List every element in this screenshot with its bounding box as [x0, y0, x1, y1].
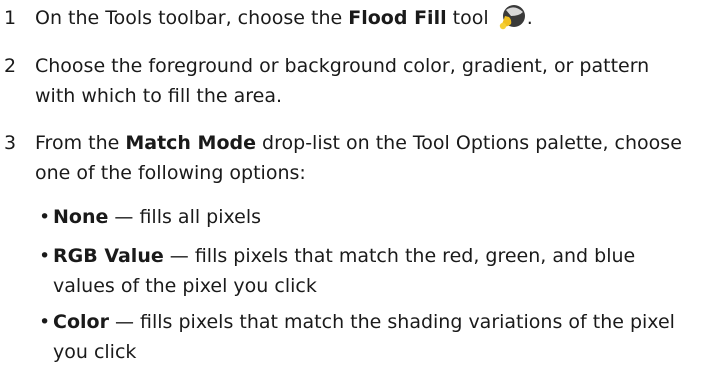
match-mode-label: Match Mode	[125, 132, 257, 154]
step-number: 1	[4, 7, 17, 29]
tool-name: Flood Fill	[348, 7, 447, 29]
option-description: fills pixels that match the shading vari…	[53, 311, 675, 363]
flood-fill-icon	[497, 2, 527, 30]
step-text: Choose the foreground or background colo…	[35, 55, 650, 107]
step-text: On the Tools toolbar, choose the Flood F…	[35, 3, 695, 33]
step-number: 2	[4, 55, 17, 77]
step-text: From the Match Mode drop-list on the Too…	[35, 132, 682, 184]
option-text: Color — fills pixels that match the shad…	[53, 311, 675, 363]
option-term: None	[53, 206, 109, 228]
option-text: RGB Value — fills pixels that match the …	[53, 245, 636, 297]
bullet-icon: •	[39, 311, 51, 333]
option-text: None — fills all pixels	[53, 206, 262, 228]
option-term: RGB Value	[53, 245, 164, 267]
step-number: 3	[4, 132, 17, 154]
bullet-icon: •	[39, 245, 51, 267]
option-description: fills all pixels	[139, 206, 262, 228]
bullet-icon: •	[39, 206, 51, 228]
option-term: Color	[53, 311, 109, 333]
